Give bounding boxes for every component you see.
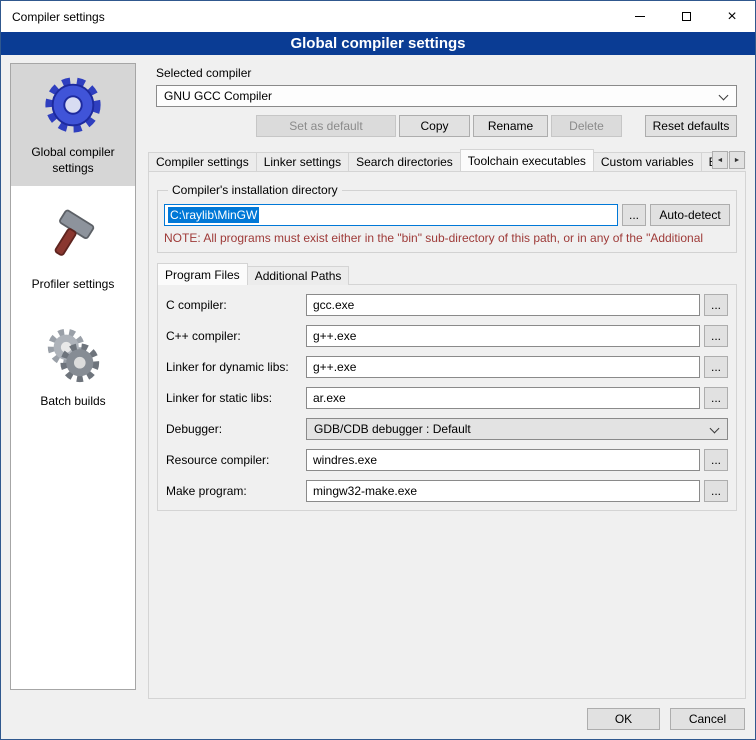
- window-title: Compiler settings: [1, 10, 105, 24]
- auto-detect-button[interactable]: Auto-detect: [650, 204, 730, 226]
- program-files-tab-strip: Program Files Additional Paths: [157, 263, 737, 285]
- linker-static-input[interactable]: ar.exe: [306, 387, 700, 409]
- field-label: Resource compiler:: [166, 453, 306, 467]
- selected-compiler-label: Selected compiler: [156, 66, 746, 80]
- tab-scroll-left-icon[interactable]: ◄: [712, 151, 728, 169]
- ok-button[interactable]: OK: [587, 708, 660, 730]
- chevron-down-icon: [710, 424, 720, 434]
- tab-search-directories[interactable]: Search directories: [348, 152, 461, 171]
- blue-gear-icon: [42, 74, 104, 136]
- resource-compiler-browse-button[interactable]: ...: [704, 449, 728, 471]
- linker-static-browse-button[interactable]: ...: [704, 387, 728, 409]
- field-label: C++ compiler:: [166, 329, 306, 343]
- close-button[interactable]: ×: [709, 1, 755, 32]
- form-row-cpp-compiler: C++ compiler: g++.exe ...: [166, 325, 728, 347]
- chevron-down-icon: [719, 91, 729, 101]
- tab-toolchain-executables[interactable]: Toolchain executables: [460, 149, 594, 171]
- minimize-button[interactable]: [617, 1, 663, 32]
- settings-category-list: Global compiler settings Profiler settin…: [10, 63, 136, 690]
- debugger-selected-value: GDB/CDB debugger : Default: [314, 422, 471, 436]
- field-label: Linker for dynamic libs:: [166, 360, 306, 374]
- form-row-linker-static: Linker for static libs: ar.exe ...: [166, 387, 728, 409]
- linker-dynamic-browse-button[interactable]: ...: [704, 356, 728, 378]
- field-label: Make program:: [166, 484, 306, 498]
- installation-directory-browse-button[interactable]: ...: [622, 204, 646, 226]
- delete-button[interactable]: Delete: [551, 115, 622, 137]
- tab-compiler-settings[interactable]: Compiler settings: [148, 152, 257, 171]
- installation-directory-note: NOTE: All programs must exist either in …: [164, 231, 730, 245]
- title-bar: Compiler settings ×: [1, 1, 755, 32]
- copy-button[interactable]: Copy: [399, 115, 470, 137]
- tab-scroll-right-icon[interactable]: ►: [729, 151, 745, 169]
- settings-tab-strip: Compiler settings Linker settings Search…: [148, 149, 746, 171]
- resource-compiler-input[interactable]: windres.exe: [306, 449, 700, 471]
- subtab-program-files[interactable]: Program Files: [157, 263, 248, 285]
- selected-compiler-dropdown[interactable]: GNU GCC Compiler: [156, 85, 737, 107]
- form-row-make-program: Make program: mingw32-make.exe ...: [166, 480, 728, 502]
- installation-directory-input[interactable]: C:\raylib\MinGW: [164, 204, 618, 226]
- dialog-content: Global compiler settings Profiler settin…: [1, 55, 755, 739]
- main-panel: Selected compiler GNU GCC Compiler Set a…: [148, 63, 746, 739]
- maximize-button[interactable]: [663, 1, 709, 32]
- dialog-header-title: Global compiler settings: [290, 35, 465, 52]
- program-files-panel: C compiler: gcc.exe ... C++ compiler: g+…: [157, 284, 737, 511]
- set-as-default-button[interactable]: Set as default: [256, 115, 396, 137]
- selected-compiler-value: GNU GCC Compiler: [164, 89, 272, 103]
- make-program-input[interactable]: mingw32-make.exe: [306, 480, 700, 502]
- cpp-compiler-input[interactable]: g++.exe: [306, 325, 700, 347]
- sidebar-item-label: Global compiler settings: [14, 145, 132, 176]
- installation-directory-row: C:\raylib\MinGW ... Auto-detect: [164, 204, 730, 226]
- form-row-resource-compiler: Resource compiler: windres.exe ...: [166, 449, 728, 471]
- sidebar-item-label: Batch builds: [40, 394, 105, 410]
- hammer-icon: [44, 206, 102, 268]
- caption-buttons: ×: [617, 1, 755, 32]
- gray-gears-icon: [42, 323, 104, 385]
- sidebar-item-profiler-settings[interactable]: Profiler settings: [11, 196, 135, 303]
- subtab-additional-paths[interactable]: Additional Paths: [247, 266, 350, 285]
- dialog-footer: OK Cancel: [587, 708, 745, 730]
- rename-button[interactable]: Rename: [473, 115, 548, 137]
- installation-directory-selected-text: C:\raylib\MinGW: [168, 207, 259, 223]
- c-compiler-browse-button[interactable]: ...: [704, 294, 728, 316]
- tab-linker-settings[interactable]: Linker settings: [256, 152, 349, 171]
- maximize-icon: [682, 12, 691, 21]
- field-label: Linker for static libs:: [166, 391, 306, 405]
- linker-dynamic-input[interactable]: g++.exe: [306, 356, 700, 378]
- reset-defaults-button[interactable]: Reset defaults: [645, 115, 737, 137]
- dialog-header: Global compiler settings: [1, 32, 755, 55]
- tab-custom-variables[interactable]: Custom variables: [593, 152, 702, 171]
- make-program-browse-button[interactable]: ...: [704, 480, 728, 502]
- installation-directory-group-title: Compiler's installation directory: [168, 183, 342, 197]
- compiler-actions: Set as default Copy Rename Delete Reset …: [156, 115, 737, 137]
- field-label: C compiler:: [166, 298, 306, 312]
- installation-directory-group: Compiler's installation directory C:\ray…: [157, 183, 737, 253]
- compiler-settings-dialog: Compiler settings × Global compiler sett…: [0, 0, 756, 740]
- toolchain-executables-page: Compiler's installation directory C:\ray…: [148, 171, 746, 699]
- close-icon: ×: [727, 9, 736, 25]
- cpp-compiler-browse-button[interactable]: ...: [704, 325, 728, 347]
- sidebar-item-batch-builds[interactable]: Batch builds: [11, 313, 135, 420]
- debugger-dropdown[interactable]: GDB/CDB debugger : Default: [306, 418, 728, 440]
- minimize-icon: [635, 16, 645, 17]
- form-row-linker-dynamic: Linker for dynamic libs: g++.exe ...: [166, 356, 728, 378]
- sidebar-item-global-compiler-settings[interactable]: Global compiler settings: [11, 64, 135, 186]
- field-label: Debugger:: [166, 422, 306, 436]
- sidebar-item-label: Profiler settings: [32, 277, 115, 293]
- c-compiler-input[interactable]: gcc.exe: [306, 294, 700, 316]
- tab-scroll-buttons: ◄ ►: [711, 151, 745, 169]
- cancel-button[interactable]: Cancel: [670, 708, 745, 730]
- form-row-c-compiler: C compiler: gcc.exe ...: [166, 294, 728, 316]
- form-row-debugger: Debugger: GDB/CDB debugger : Default: [166, 418, 728, 440]
